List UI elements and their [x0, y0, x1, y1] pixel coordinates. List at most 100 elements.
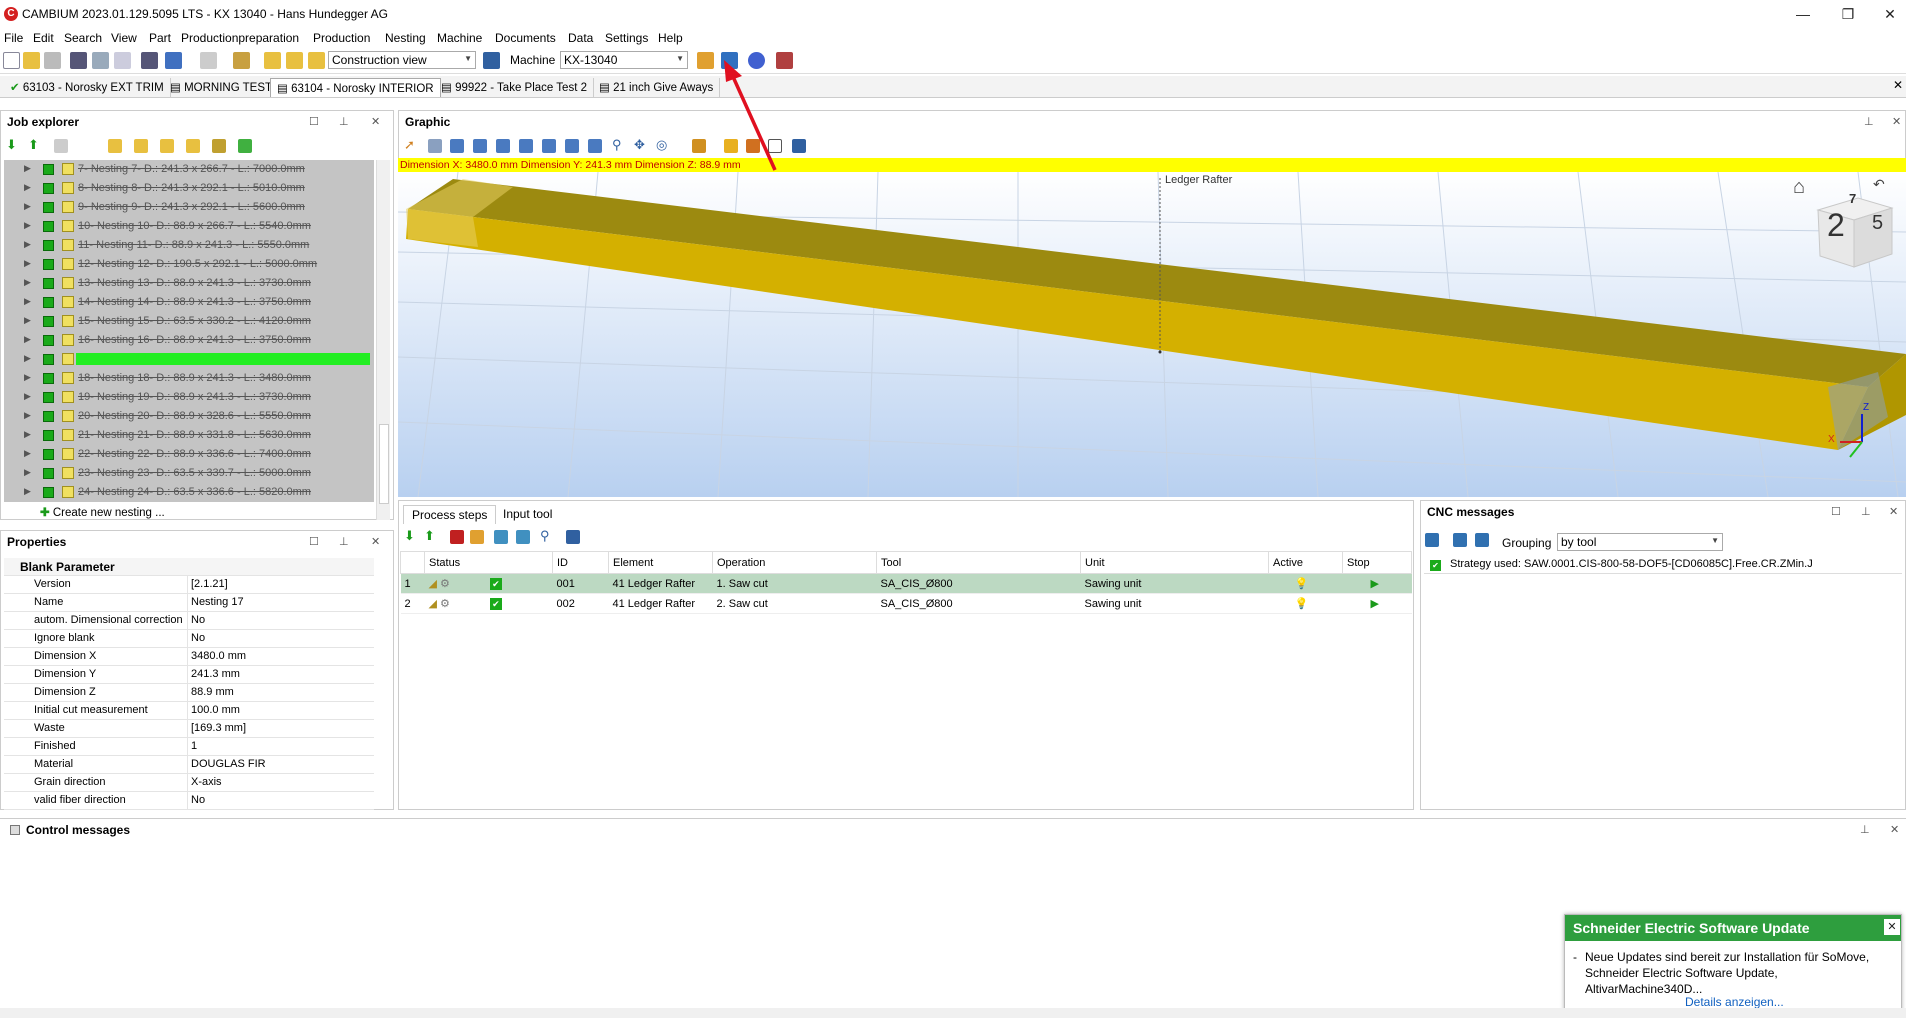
update-notification[interactable]: Schneider Electric Software Update ✕ - Ne… — [1564, 914, 1902, 1012]
create-nesting-link[interactable]: ✚ Create new nesting ... — [40, 505, 165, 519]
save-icon[interactable] — [44, 52, 61, 69]
nesting-row[interactable]: ▶ 24- Nesting 24- D.: 63.5 x 336.6 - L.: … — [4, 483, 374, 502]
cnc-message-row[interactable]: ✔ Strategy used: SAW.0001.CIS-800-58-DOF… — [1424, 558, 1902, 574]
menu-view[interactable]: View — [111, 31, 137, 45]
col-operation[interactable]: Operation — [712, 551, 877, 574]
view-left-icon[interactable] — [542, 139, 556, 153]
property-value[interactable]: 100.0 mm — [188, 702, 240, 719]
open-folder-icon[interactable] — [23, 52, 40, 69]
search-icon[interactable]: ⚲ — [540, 528, 550, 544]
save-view-icon[interactable] — [483, 52, 500, 69]
menu-file[interactable]: File — [4, 31, 23, 45]
3d-viewport[interactable]: Ledger Rafter 7 2 5 ⌂ ↶ X Z — [398, 172, 1906, 497]
close-notification-icon[interactable]: ✕ — [1884, 919, 1900, 935]
cnc-tool-1-icon[interactable] — [1425, 533, 1439, 547]
property-value[interactable]: 1 — [188, 738, 197, 755]
minimize-icon[interactable]: — — [1788, 4, 1818, 24]
tool-2-icon[interactable] — [108, 139, 122, 153]
menu-documents[interactable]: Documents — [495, 31, 556, 45]
table-row[interactable]: 2 ◢ ⚙ ✔ 002 41 Ledger Rafter 2. Saw cut SA_CIS… — [400, 593, 1412, 614]
property-row[interactable]: Ignore blank No — [4, 630, 374, 648]
property-row[interactable]: Finished 1 — [4, 738, 374, 756]
tool-7-icon[interactable] — [238, 139, 252, 153]
stop-play-icon[interactable]: ▶ — [1342, 573, 1412, 594]
property-value[interactable]: 241.3 mm — [188, 666, 240, 683]
maximize-panel-icon[interactable]: ☐ — [309, 535, 319, 548]
new-file-icon[interactable] — [3, 52, 20, 69]
col-active[interactable]: Active — [1268, 551, 1343, 574]
rotate-icon[interactable]: ◎ — [656, 137, 667, 153]
property-value[interactable]: No — [188, 792, 205, 809]
pin-icon[interactable]: ⊥ — [1861, 505, 1871, 518]
expand-icon[interactable]: ▶ — [24, 410, 31, 421]
doc-tab-63103[interactable]: ✔ 63103 - Norosky EXT TRIM — [4, 78, 171, 97]
property-value[interactable]: No — [188, 612, 205, 629]
step-tool-2-icon[interactable] — [494, 530, 508, 544]
col-stop[interactable]: Stop — [1342, 551, 1412, 574]
property-row[interactable]: valid fiber direction No — [4, 792, 374, 810]
close-panel-icon[interactable]: ✕ — [1892, 115, 1901, 128]
restore-icon[interactable]: ❐ — [1833, 4, 1863, 24]
move-up-icon[interactable]: ⬆ — [28, 137, 39, 153]
expand-icon[interactable]: ▶ — [24, 163, 31, 174]
nesting-row[interactable]: ▶ 20- Nesting 20- D.: 88.9 x 328.6 - L.: … — [4, 407, 374, 426]
nesting-row[interactable]: ▶ 14- Nesting 14- D.: 88.9 x 241.3 - L.: … — [4, 293, 374, 312]
expand-icon[interactable]: ▶ — [24, 486, 31, 497]
property-value[interactable]: [2.1.21] — [188, 576, 228, 593]
details-link[interactable]: Details anzeigen... — [1685, 995, 1784, 1009]
expand-icon[interactable]: ▶ — [24, 201, 31, 212]
move-down-icon[interactable]: ⬇ — [404, 528, 415, 544]
col-status[interactable]: Status — [424, 551, 553, 574]
expand-icon[interactable]: ▶ — [24, 391, 31, 402]
view-iso-1-icon[interactable] — [450, 139, 464, 153]
nesting-row[interactable]: ▶ 22- Nesting 22- D.: 88.9 x 336.6 - L.: … — [4, 445, 374, 464]
stop-play-icon[interactable]: ▶ — [1342, 593, 1412, 614]
table-row[interactable]: 1 ◢ ⚙ ✔ 001 41 Ledger Rafter 1. Saw cut SA_CIS… — [400, 573, 1412, 594]
expand-icon[interactable]: ▶ — [24, 182, 31, 193]
rotate-view-icon[interactable]: ↶ — [1873, 176, 1885, 193]
zoom-icon[interactable]: ⚲ — [612, 137, 622, 153]
maximize-panel-icon[interactable]: ☐ — [309, 115, 319, 128]
tab-process-steps[interactable]: Process steps — [403, 505, 497, 524]
menu-machine[interactable]: Machine — [437, 31, 482, 45]
display-options-icon[interactable] — [792, 139, 806, 153]
doc-tab-morning-test[interactable]: ▤ MORNING TEST — [164, 78, 280, 97]
expand-icon[interactable]: ▶ — [24, 239, 31, 250]
copy-icon[interactable] — [92, 52, 109, 69]
property-value[interactable]: 3480.0 mm — [188, 648, 246, 665]
menu-part[interactable]: Part — [149, 31, 171, 45]
nesting-row[interactable]: ▶ 16- Nesting 16- D.: 88.9 x 241.3 - L.: … — [4, 331, 374, 350]
menu-help[interactable]: Help — [658, 31, 683, 45]
maximize-panel-icon[interactable]: ☐ — [1831, 505, 1841, 518]
expand-icon[interactable]: ▶ — [24, 372, 31, 383]
nesting-row[interactable]: ▶ 13- Nesting 13- D.: 88.9 x 241.3 - L.: … — [4, 274, 374, 293]
expand-icon[interactable]: ▶ — [24, 429, 31, 440]
expand-icon[interactable]: ▶ — [24, 448, 31, 459]
expand-icon[interactable]: ▶ — [24, 315, 31, 326]
cut-icon[interactable] — [70, 52, 87, 69]
layout-3-icon[interactable] — [308, 52, 325, 69]
nesting-row[interactable]: ▶ 21- Nesting 21- D.: 88.9 x 331.8 - L.: … — [4, 426, 374, 445]
tool-6-icon[interactable] — [212, 139, 226, 153]
nesting-row[interactable]: ▶ 15- Nesting 15- D.: 63.5 x 330.2 - L.: … — [4, 312, 374, 331]
tab-input-tool[interactable]: Input tool — [495, 505, 560, 523]
nesting-row[interactable]: ▶ 8- Nesting 8- D.: 241.3 x 292.1 - L.: 5… — [4, 179, 374, 198]
property-row[interactable]: Material DOUGLAS FIR — [4, 756, 374, 774]
property-value[interactable]: No — [188, 630, 205, 647]
property-row[interactable]: Name Nesting 17 — [4, 594, 374, 612]
home-icon[interactable]: ⌂ — [1793, 176, 1805, 199]
paste-icon[interactable] — [114, 52, 131, 69]
nesting-row[interactable]: ▶ 9- Nesting 9- D.: 241.3 x 292.1 - L.: 5… — [4, 198, 374, 217]
pin-icon[interactable]: ⊥ — [339, 535, 349, 548]
close-panel-icon[interactable]: ✕ — [371, 535, 380, 548]
property-row[interactable]: Dimension Z 88.9 mm — [4, 684, 374, 702]
pin-icon[interactable]: ⊥ — [1860, 823, 1870, 836]
nesting-row[interactable]: ▶ 12- Nesting 12- D.: 190.5 x 292.1 - L.:… — [4, 255, 374, 274]
section-icon[interactable] — [692, 139, 706, 153]
property-row[interactable]: Initial cut measurement 100.0 mm — [4, 702, 374, 720]
property-row[interactable]: Dimension Y 241.3 mm — [4, 666, 374, 684]
menu-production[interactable]: Production — [313, 31, 370, 45]
view-right-icon[interactable] — [565, 139, 579, 153]
nesting-row[interactable]: ▶ 7- Nesting 7- D.: 241.3 x 266.7 - L.: 7… — [4, 160, 374, 179]
camera-icon[interactable] — [516, 530, 530, 544]
